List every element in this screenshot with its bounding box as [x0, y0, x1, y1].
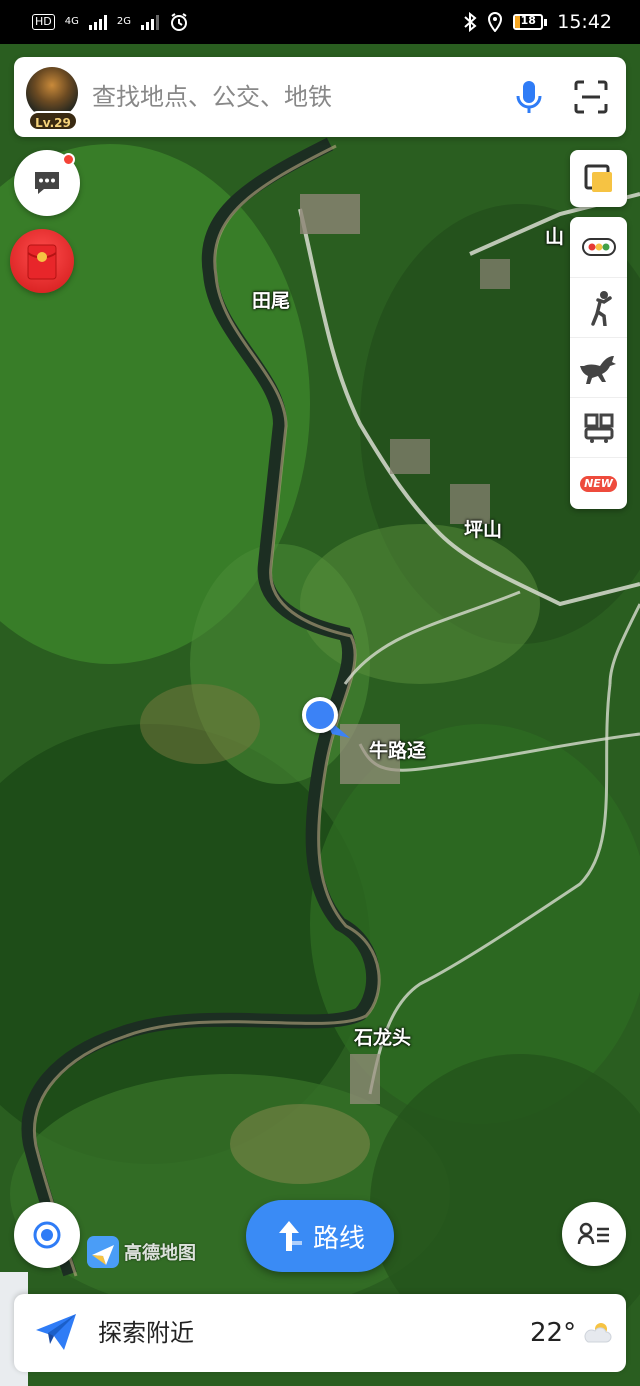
traffic-light-icon	[581, 238, 616, 256]
bus-qr-icon	[584, 413, 613, 443]
ride-mode-button[interactable]	[570, 337, 627, 397]
bus-code-button[interactable]	[570, 397, 627, 457]
route-arrow-icon	[278, 1221, 302, 1251]
explore-nearby-label: 探索附近	[98, 1319, 194, 1347]
network-2g: 2G	[116, 16, 131, 27]
signal-bars-icon	[88, 14, 107, 30]
gaode-logo-text: 高德地图	[124, 1243, 196, 1264]
walk-mode-button[interactable]	[570, 277, 627, 337]
microphone-icon[interactable]	[514, 79, 544, 115]
place-label-pingshan[interactable]: 坪山	[464, 515, 502, 542]
place-label-shan[interactable]: 山	[545, 222, 564, 249]
place-label-niuluijing[interactable]: 牛路迳	[369, 736, 426, 763]
layers-icon	[584, 164, 612, 192]
partly-cloudy-icon	[584, 1323, 612, 1343]
current-location-marker	[302, 697, 338, 733]
traffic-button[interactable]	[570, 217, 627, 277]
more-menu-button[interactable]	[562, 1202, 626, 1266]
temperature: 22°	[530, 1318, 577, 1348]
search-bar[interactable]: Lv.29	[14, 57, 626, 137]
network-4g: 4G	[64, 16, 79, 27]
paper-plane-icon	[36, 1314, 76, 1350]
clock: 15:42	[557, 11, 612, 33]
gaode-logo: 高德地图	[86, 1235, 196, 1269]
user-level-badge: Lv.29	[28, 111, 78, 131]
place-label-shilongtou[interactable]: 石龙头	[354, 1023, 411, 1050]
battery-level: 18	[520, 14, 536, 27]
new-feature-button[interactable]: NEW	[570, 457, 627, 509]
battery-icon: 18	[513, 14, 548, 30]
explore-nearby-card[interactable]: 探索附近 22°	[14, 1294, 626, 1372]
place-label-tianwei[interactable]: 田尾	[252, 286, 290, 313]
new-badge: NEW	[580, 475, 617, 492]
signal-bars-icon-2	[141, 14, 159, 30]
route-label: 路线	[312, 1223, 365, 1254]
red-envelope-icon	[27, 244, 57, 280]
locate-target-icon	[33, 1221, 61, 1249]
horse-icon	[579, 355, 616, 384]
alarm-icon	[171, 13, 187, 31]
status-right: 18 15:42	[463, 11, 612, 33]
scan-icon[interactable]	[574, 80, 608, 114]
map-tools-toolbar: NEW	[570, 217, 627, 509]
gaode-logo-icon	[87, 1236, 119, 1268]
notification-dot	[62, 153, 75, 166]
red-packet-button[interactable]	[10, 229, 74, 293]
search-input[interactable]	[92, 57, 492, 137]
locate-me-button[interactable]	[14, 1202, 80, 1268]
chat-bubble-icon	[35, 172, 59, 194]
status-left: HD 4G 2G	[32, 12, 189, 32]
route-button[interactable]: 路线	[246, 1200, 394, 1272]
layers-button[interactable]	[570, 150, 627, 207]
location-pin-icon	[488, 12, 503, 32]
profile-list-icon	[577, 1222, 609, 1245]
status-bar: HD 4G 2G 18 15:42	[0, 0, 640, 44]
hd-indicator: HD	[32, 14, 55, 30]
bluetooth-icon	[464, 12, 477, 32]
walking-person-icon	[590, 290, 612, 326]
